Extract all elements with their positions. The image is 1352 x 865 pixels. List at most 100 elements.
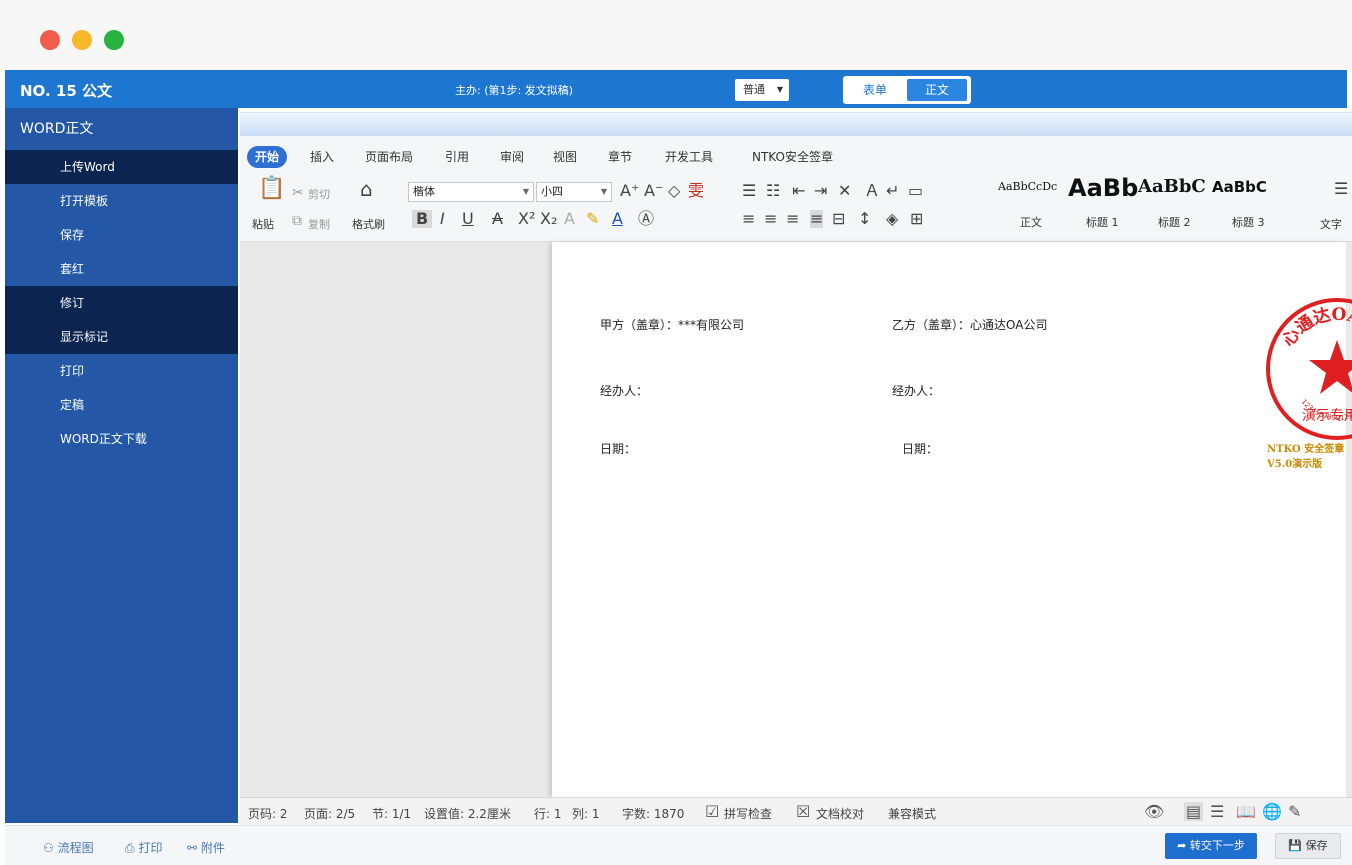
font-size-select[interactable]: 小四 ▼ — [536, 182, 612, 202]
style-heading2-sample[interactable]: AaBbC — [1138, 176, 1208, 197]
highlight-icon[interactable]: ✎ — [586, 210, 599, 228]
document-canvas[interactable]: 甲方（盖章）：***有限公司 乙方（盖章）：心通达OA公司 经办人： 经办人： … — [240, 242, 1352, 797]
sidebar-item-download-word[interactable]: WORD正文下载 — [5, 422, 238, 456]
text-effect-icon[interactable]: A — [564, 210, 575, 228]
decrease-indent-icon[interactable]: ⇤ — [792, 182, 805, 200]
document-page[interactable]: 甲方（盖章）：***有限公司 乙方（盖章）：心通达OA公司 经办人： 经办人： … — [552, 242, 1352, 797]
format-painter-icon[interactable]: ⌂ — [360, 179, 373, 199]
ribbon-tab-chapter[interactable]: 章节 — [608, 146, 632, 168]
ribbon-title-strip — [240, 112, 1352, 136]
ribbon-tab-ntko-signature[interactable]: NTKO安全签章 — [752, 146, 833, 168]
status-word-count[interactable]: 字数: 1870 — [622, 805, 684, 822]
strikethrough-icon[interactable]: A — [492, 210, 503, 228]
underline-icon[interactable]: U — [462, 210, 474, 228]
outline-view-icon[interactable]: ☰ — [1210, 802, 1224, 821]
tab-form[interactable]: 表单 — [843, 76, 907, 104]
style-normal-sample[interactable]: AaBbCcDc — [998, 180, 1064, 193]
show-marks-icon[interactable]: ↵ — [886, 182, 899, 200]
font-name-select[interactable]: 楷体 ▼ — [408, 182, 534, 202]
text-tools-button[interactable]: 文字 — [1320, 216, 1350, 232]
save-button[interactable]: 💾 保存 — [1275, 833, 1341, 859]
date-a-line: 日期： — [600, 442, 637, 456]
copy-icon[interactable]: ⧉ — [292, 212, 302, 230]
table-tools-icon[interactable]: ▭ — [908, 182, 923, 200]
ribbon-tab-review[interactable]: 审阅 — [500, 146, 524, 168]
format-painter-button[interactable]: 格式刷 — [352, 216, 385, 232]
ribbon-tab-insert[interactable]: 插入 — [310, 146, 334, 168]
document-title: NO. 15 公文 — [20, 82, 112, 100]
char-border-icon[interactable]: Ⓐ — [638, 210, 654, 228]
tab-body[interactable]: 正文 — [907, 79, 967, 101]
subscript-icon[interactable]: X₂ — [540, 210, 557, 228]
write-mode-icon[interactable]: ✎ — [1288, 802, 1301, 821]
style-heading2-label: 标题 2 — [1158, 216, 1191, 229]
flowchart-link[interactable]: ⚇ 流程图 — [43, 839, 94, 856]
ribbon-tab-developer[interactable]: 开发工具 — [665, 146, 713, 168]
superscript-icon[interactable]: X² — [518, 210, 535, 228]
sort-icon[interactable]: Ａ — [864, 182, 880, 200]
bold-icon[interactable]: B — [412, 210, 433, 228]
next-step-button[interactable]: ➦ 转交下一步 — [1165, 833, 1257, 859]
borders-icon[interactable]: ⊞ — [910, 210, 923, 228]
chinese-layout-icon[interactable]: ✕ — [838, 182, 851, 200]
justify-icon[interactable]: ≡ — [810, 210, 824, 228]
increase-indent-icon[interactable]: ⇥ — [814, 182, 827, 200]
cut-button[interactable]: 剪切 — [308, 186, 330, 202]
sidebar-item-apply-red-header[interactable]: 套红 — [5, 252, 238, 286]
style-heading3-sample[interactable]: AaBbC — [1212, 178, 1284, 196]
reading-view-icon[interactable]: 📖 — [1236, 802, 1256, 821]
close-window-button[interactable] — [40, 30, 60, 50]
official-seal[interactable]: 心通达OA软件 演示专用章 1234567890123456789 — [1264, 296, 1352, 442]
status-row: 行: 1 — [534, 807, 562, 821]
italic-icon[interactable]: I — [440, 210, 445, 228]
party-a-line: 甲方（盖章）：***有限公司 — [600, 318, 745, 332]
phonetic-guide-icon[interactable]: 雯 — [688, 182, 704, 200]
style-heading1-sample[interactable]: AaBb — [1068, 174, 1138, 202]
shrink-font-icon[interactable]: A⁻ — [644, 182, 663, 200]
attachment-link[interactable]: ⚯ 附件 — [187, 839, 225, 856]
paste-icon[interactable]: 📋 — [258, 178, 285, 200]
sidebar-item-upload-word[interactable]: 上传Word — [5, 150, 238, 184]
distribute-icon[interactable]: ⊟ — [832, 210, 845, 228]
handler-b-line: 经办人： — [892, 384, 941, 398]
maximize-window-button[interactable] — [104, 30, 124, 50]
next-step-label: 转交下一步 — [1189, 839, 1245, 852]
sidebar-item-save[interactable]: 保存 — [5, 218, 238, 252]
align-right-icon[interactable]: ≡ — [786, 210, 799, 228]
line-spacing-icon[interactable]: ↕ — [858, 210, 871, 228]
page-view-icon[interactable]: ▤ — [1184, 802, 1204, 821]
ribbon-tab-view[interactable]: 视图 — [553, 146, 577, 168]
spellcheck-button[interactable]: 拼写检查 — [724, 805, 772, 822]
align-left-icon[interactable]: ≡ — [742, 210, 755, 228]
ribbon-tab-home[interactable]: 开始 — [247, 146, 287, 168]
cut-icon[interactable]: ✂ — [292, 184, 304, 202]
grow-font-icon[interactable]: A⁺ — [620, 182, 639, 200]
ribbon-tab-layout[interactable]: 页面布局 — [365, 146, 413, 168]
sidebar-item-print[interactable]: 打印 — [5, 354, 238, 388]
eye-protection-icon[interactable]: 👁 — [1144, 802, 1164, 821]
ribbon-tab-references[interactable]: 引用 — [445, 146, 469, 168]
shading-icon[interactable]: ◈ — [886, 210, 898, 228]
proofread-button[interactable]: 文档校对 — [816, 805, 864, 822]
print-link[interactable]: ⎙ 打印 — [125, 839, 162, 856]
sidebar-item-revise[interactable]: 修订 — [5, 286, 238, 320]
paste-button[interactable]: 粘贴 — [252, 216, 274, 232]
copy-button[interactable]: 复制 — [308, 216, 330, 232]
proofread-icon[interactable]: ☒ — [796, 802, 810, 821]
sidebar-item-open-template[interactable]: 打开模板 — [5, 184, 238, 218]
status-section: 节: 1/1 — [372, 807, 412, 821]
font-color-icon[interactable]: A — [612, 210, 623, 228]
spellcheck-icon[interactable]: ☑ — [705, 802, 719, 821]
minimize-window-button[interactable] — [72, 30, 92, 50]
date-b-line: 日期： — [902, 442, 939, 456]
mode-select[interactable]: 普通 ▼ — [735, 79, 789, 101]
numbered-list-icon[interactable]: ☷ — [766, 182, 780, 200]
sidebar-item-finalize[interactable]: 定稿 — [5, 388, 238, 422]
align-center-icon[interactable]: ≡ — [764, 210, 777, 228]
status-page: 页码: 2 — [248, 807, 288, 821]
bullet-list-icon[interactable]: ☰ — [742, 182, 756, 200]
web-view-icon[interactable]: 🌐 — [1262, 802, 1282, 821]
clear-format-icon[interactable]: ◇ — [668, 182, 680, 200]
text-tools-icon[interactable]: ☰ — [1334, 180, 1348, 198]
sidebar-item-show-marks[interactable]: 显示标记 — [5, 320, 238, 354]
